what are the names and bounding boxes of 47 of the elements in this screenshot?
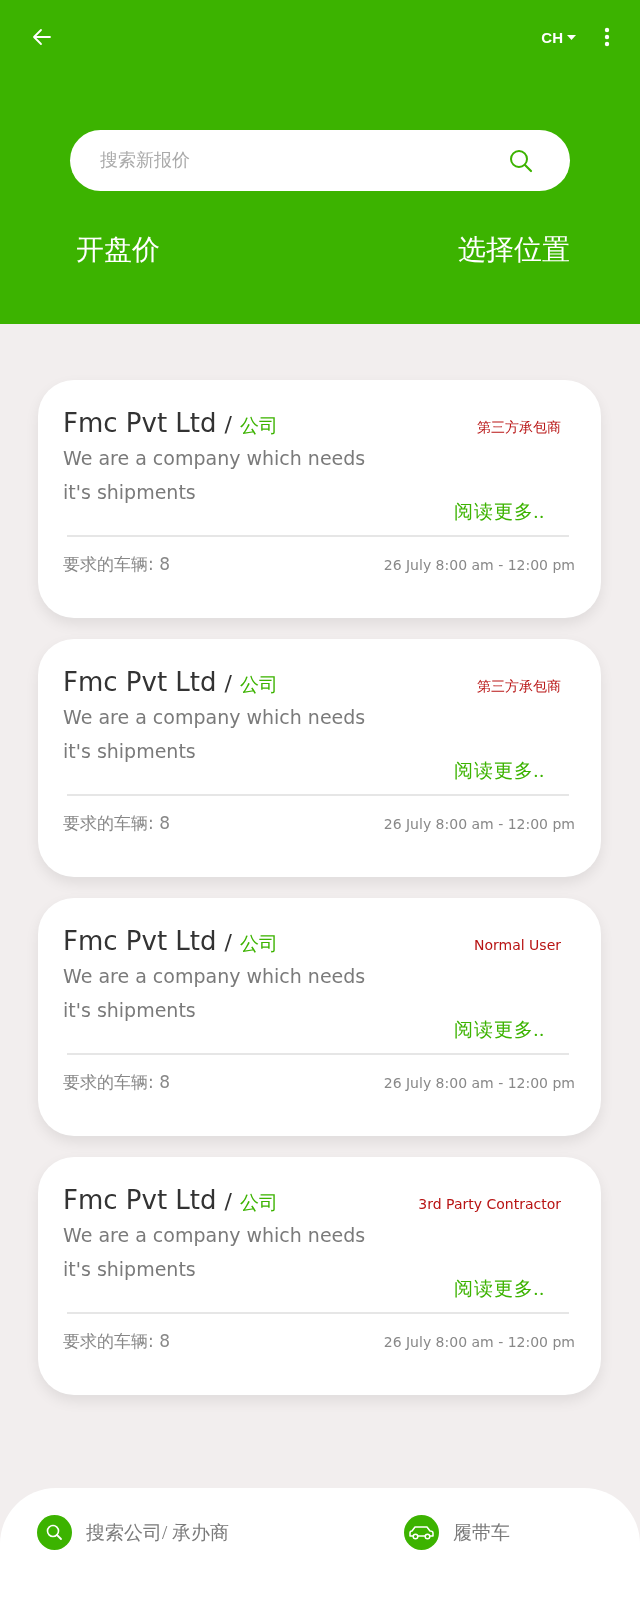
time-range: 26 July 8:00 am - 12:00 pm — [383, 1333, 575, 1350]
vehicles-required: 要求的车辆: 8 — [63, 812, 170, 835]
time-range: 26 July 8:00 am - 12:00 pm — [383, 1074, 575, 1091]
vehicles-required: 要求的车辆: 8 — [63, 553, 170, 576]
company-description: We are a company which needs it's shipments — [63, 964, 367, 1023]
separator: / — [224, 671, 232, 696]
separator: / — [224, 412, 232, 437]
user-type-label: 3rd Party Contractor — [418, 1196, 561, 1212]
read-more-link[interactable]: 阅读更多.. — [453, 758, 545, 784]
separator: / — [224, 930, 232, 955]
company-name: Fmc Pvt Ltd — [63, 408, 217, 438]
company-type: 公司 — [240, 673, 278, 697]
vehicles-required: 要求的车辆: 8 — [63, 1071, 170, 1094]
search-icon — [37, 1515, 72, 1550]
user-type-label: 第三方承包商 — [477, 419, 561, 437]
quote-card[interactable]: Fmc Pvt Ltd / 公司 3rd Party Contractor We are a company which needs it's shipments 阅读更多.. 要求的车辆: 8 26 July 8:00 am - 12:00 pm — [38, 1157, 601, 1395]
language-dropdown[interactable]: CH — [541, 28, 576, 46]
search-icon[interactable] — [508, 148, 534, 174]
company-type: 公司 — [240, 932, 278, 956]
bottom-bar-link[interactable]: 搜索公司/ 承办商 — [86, 1519, 230, 1546]
company-description: We are a company which needs it's shipments — [63, 446, 367, 505]
filter-link[interactable]: 选择位置 — [458, 231, 570, 269]
company-type: 公司 — [240, 1191, 278, 1215]
caret-icon[interactable] — [567, 34, 576, 40]
quote-card[interactable]: Fmc Pvt Ltd / 公司 第三方承包商 We are a company which needs it's shipments 阅读更多.. 要求的车辆: 8 26 July 8:00 am - 12:00 pm — [38, 639, 601, 877]
bottom-bar-link[interactable]: 履带车 — [453, 1519, 510, 1546]
filter-link[interactable]: 开盘价 — [76, 231, 160, 269]
search-field[interactable]: 搜索新报价 — [70, 130, 570, 191]
company-name: Fmc Pvt Ltd — [63, 1185, 217, 1215]
quote-card[interactable]: Fmc Pvt Ltd / 公司 Normal User We are a company which needs it's shipments 阅读更多.. 要求的车辆: 8 26 July 8:00 am - 12:00 pm — [38, 898, 601, 1136]
user-type-label: 第三方承包商 — [477, 678, 561, 696]
quote-card[interactable]: Fmc Pvt Ltd / 公司 第三方承包商 We are a company which needs it's shipments 阅读更多.. 要求的车辆: 8 26 July 8:00 am - 12:00 pm — [38, 380, 601, 618]
company-name: Fmc Pvt Ltd — [63, 926, 217, 956]
company-name: Fmc Pvt Ltd — [63, 667, 217, 697]
user-type-label: Normal User — [474, 937, 561, 953]
company-description: We are a company which needs it's shipments — [63, 1223, 367, 1282]
time-range: 26 July 8:00 am - 12:00 pm — [383, 556, 575, 573]
time-range: 26 July 8:00 am - 12:00 pm — [383, 815, 575, 832]
company-description: We are a company which needs it's shipments — [63, 705, 367, 764]
read-more-link[interactable]: 阅读更多.. — [453, 499, 545, 525]
more-menu-icon[interactable] — [604, 27, 610, 47]
read-more-link[interactable]: 阅读更多.. — [453, 1017, 545, 1043]
separator: / — [224, 1189, 232, 1214]
read-more-link[interactable]: 阅读更多.. — [453, 1276, 545, 1302]
vehicles-required: 要求的车辆: 8 — [63, 1330, 170, 1353]
company-type: 公司 — [240, 414, 278, 438]
car-icon — [404, 1515, 439, 1550]
